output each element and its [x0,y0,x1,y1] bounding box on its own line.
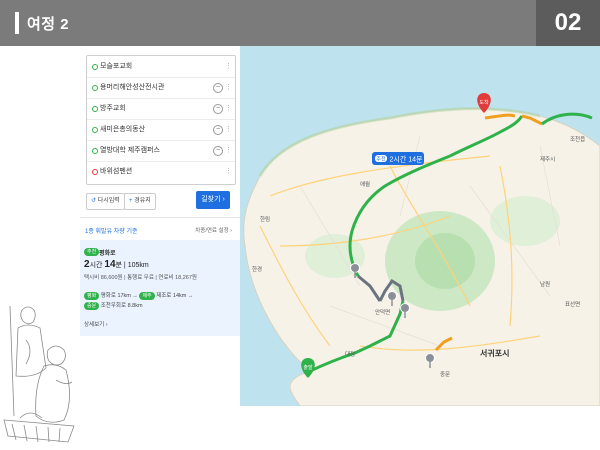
drag-handle-icon[interactable]: ⋮ [225,161,232,182]
divider [80,217,240,218]
waypoint-list: 모슬포교회 ⋮ 용머리해안성산전시관 − ⋮ 방주교회 − ⋮ 새미은총의동산 … [86,55,236,185]
fuel-filter-label[interactable]: 1종 휘발유 차량 기준 [85,226,138,235]
end-marker-label: 도착 [479,99,489,106]
waypoint-dot-icon [92,106,98,112]
reset-label: 다시입력 [97,198,120,204]
route-via-name: 평화로 [99,251,116,257]
waypoint-label: 새미은총의동산 [100,126,146,133]
remove-waypoint-icon[interactable]: − [213,104,223,114]
place-label: 조천읍 [570,135,585,143]
waypoint-dot-icon [92,85,98,91]
route-duration: 2시간 14분 | 105km [84,259,149,270]
recommended-badge: 추천 [84,248,100,256]
waypoint-dot-icon [92,64,98,70]
waypoint-dot-icon [92,127,98,133]
road-segments: 평화 평화로 17km → 제주 제조로 14km → [84,291,193,300]
place-label: 대정 [345,350,355,358]
road-badge: 중문 [84,302,100,310]
place-label: 한림 [260,215,270,223]
drag-handle-icon[interactable]: ⋮ [225,77,232,98]
detail-link[interactable]: 상세보기 › [84,320,108,328]
road-segment-text: 조천우회로 8.8km [100,303,143,309]
place-label: 남원 [540,280,550,288]
refresh-icon: ↺ [91,198,97,204]
place-label: 애월 [360,180,370,188]
add-via-button[interactable]: + 경유지 [124,193,156,210]
nativity-sketch-illustration [3,305,75,443]
waypoint-item[interactable]: 방주교회 − ⋮ [87,98,235,120]
find-route-button[interactable]: 길찾기 › [196,191,230,209]
route-distance: 105km [127,262,149,269]
destination-dot-icon [92,169,98,175]
place-label: 표선면 [565,300,580,308]
reset-button[interactable]: ↺ 다시입력 [86,193,125,210]
map-view[interactable]: 출발 도착 추천 2시간 14분 제주시 조천읍 한림 애월 한경 대정 안덕면… [240,46,600,406]
city-label: 서귀포시 [480,348,509,358]
place-label: 중문 [440,371,450,378]
place-label: 안덕면 [375,308,390,316]
waypoint-label: 용머리해안성산전시관 [100,84,165,91]
route-result-card[interactable]: 추천 평화로 2시간 14분 | 105km 택시비 86,600원 | 통행료… [80,240,240,336]
place-label: 제주시 [540,155,555,163]
drag-handle-icon[interactable]: ⋮ [225,98,232,119]
slide-title: 여정 2 [27,16,70,33]
waypoint-item[interactable]: 새미은총의동산 − ⋮ [87,119,235,141]
waypoint-label: 바위섬펜션 [100,168,133,175]
drag-handle-icon[interactable]: ⋮ [225,56,232,77]
drag-handle-icon[interactable]: ⋮ [225,119,232,140]
remove-waypoint-icon[interactable]: − [213,83,223,93]
waypoint-item[interactable]: 열방대학 제주캠퍼스 − ⋮ [87,140,235,162]
route-time-label: 2시간 14분 [390,155,424,164]
road-segments: 중문 조천우회로 8.8km [84,301,143,310]
hour-unit: 시간 [89,262,103,269]
waypoint-label: 열방대학 제주캠퍼스 [100,147,160,154]
route-time-badge: 추천 2시간 14분 [372,152,424,165]
road-badge: 평화 [84,292,100,300]
drag-handle-icon[interactable]: ⋮ [225,140,232,161]
road-segment-text: 제조로 14km → [156,293,194,299]
plus-icon: + [129,198,133,204]
add-via-label: 경유지 [134,198,151,204]
remove-waypoint-icon[interactable]: − [213,125,223,135]
waypoint-dot-icon [92,148,98,154]
header-accent-bar [15,12,19,34]
waypoint-item[interactable]: 모슬포교회 ⋮ [87,56,235,78]
duration-minutes: 14 [104,259,116,270]
waypoint-label: 방주교회 [100,105,126,112]
start-marker-label: 출발 [303,364,313,371]
remove-waypoint-icon[interactable]: − [213,146,223,156]
road-segment-text: 평화로 17km → [100,293,138,299]
minute-unit: 분 [115,262,122,269]
waypoint-label: 모슬포교회 [100,63,133,70]
forest-area-east [490,196,560,246]
directions-panel: 모슬포교회 ⋮ 용머리해안성산전시관 − ⋮ 방주교회 − ⋮ 새미은총의동산 … [80,46,241,406]
slide-header: 여정 2 [0,0,600,46]
road-badge: 제주 [139,292,155,300]
page-number: 02 [536,0,600,46]
waypoint-item[interactable]: 용머리해안성산전시관 − ⋮ [87,77,235,99]
route-badge-label: 추천 [376,156,386,163]
vehicle-settings-link[interactable]: 차종/연료 설정 › [195,226,232,234]
place-label: 한경 [252,266,262,273]
route-cost: 택시비 86,600원 | 통행료 무료 | 연료비 18,267원 [84,275,197,281]
waypoint-item[interactable]: 바위섬펜션 ⋮ [87,161,235,182]
map-screenshot: 모슬포교회 ⋮ 용머리해안성산전시관 − ⋮ 방주교회 − ⋮ 새미은총의동산 … [80,46,600,406]
